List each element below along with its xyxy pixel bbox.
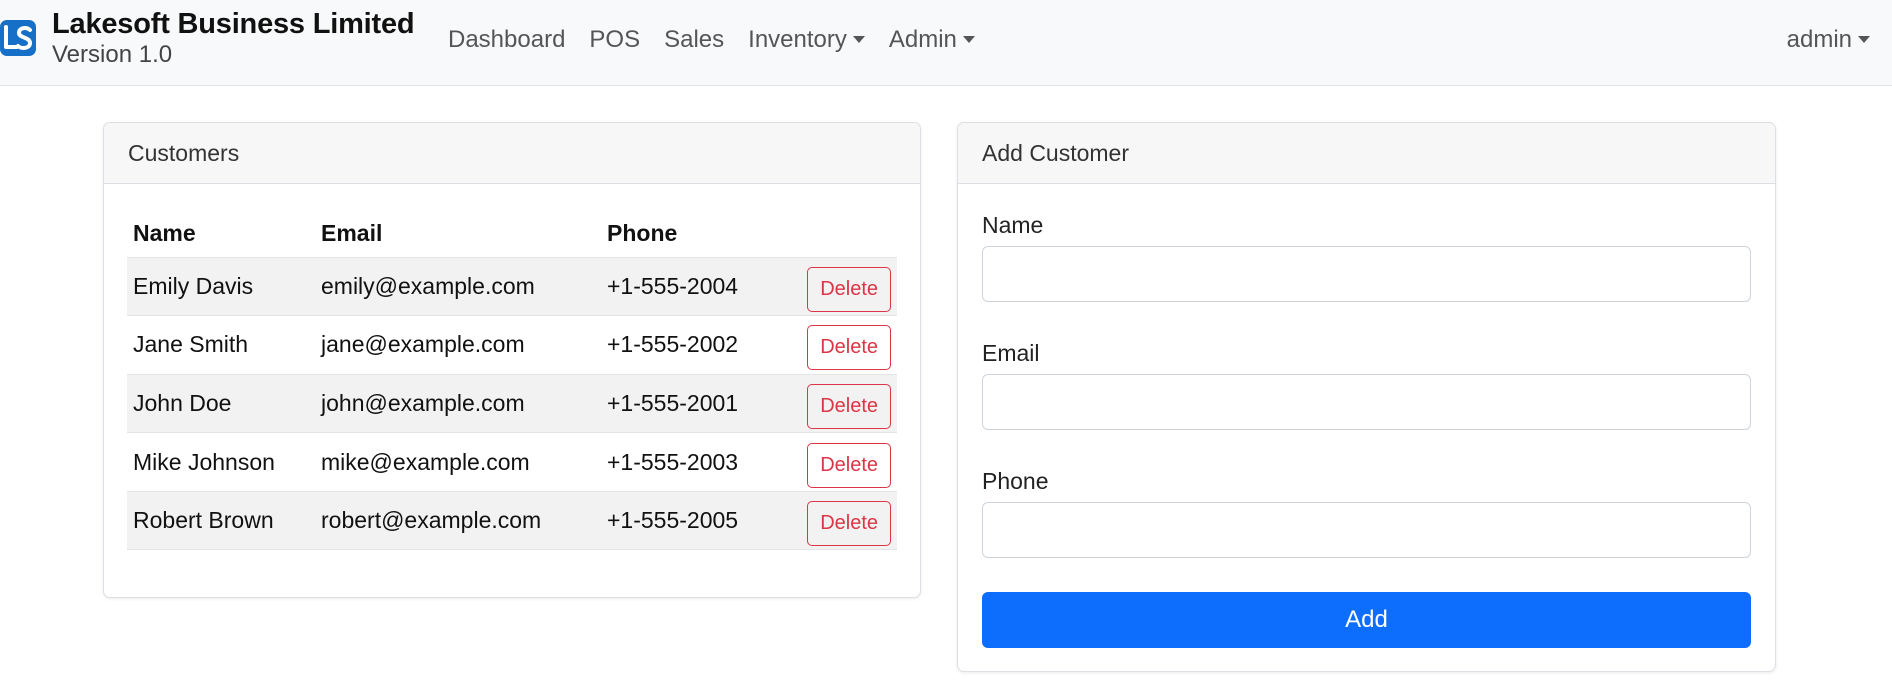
- delete-button[interactable]: Delete: [807, 383, 891, 429]
- brand-version: Version 1.0: [52, 41, 173, 68]
- brand-name[interactable]: Lakesoft Business Limited: [52, 8, 415, 41]
- nav-pos[interactable]: POS: [577, 26, 652, 54]
- customer-email-cell: robert@example.com: [315, 490, 601, 551]
- table-row: Mike Johnson mike@example.com +1-555-200…: [127, 432, 897, 492]
- phone-form-group: Phone: [982, 468, 1751, 558]
- nav-dashboard[interactable]: Dashboard: [448, 26, 577, 54]
- actions-cell: Delete: [797, 432, 897, 492]
- nav-sales[interactable]: Sales: [652, 26, 736, 54]
- customers-card: Customers Name Email Phone Emily Davis e…: [103, 122, 921, 598]
- name-form-group: Name: [982, 212, 1751, 302]
- email-form-group: Email: [982, 340, 1751, 430]
- customer-email-cell: mike@example.com: [315, 432, 601, 492]
- delete-button[interactable]: Delete: [807, 266, 891, 312]
- name-input[interactable]: [982, 246, 1751, 302]
- nav-sales-label: Sales: [664, 26, 725, 53]
- customer-phone-cell: +1-555-2002: [601, 315, 797, 375]
- customer-name-cell: Robert Brown: [127, 490, 315, 551]
- email-field-label: Email: [982, 340, 1040, 366]
- actions-cell: Delete: [797, 315, 897, 375]
- caret-down-icon: [962, 35, 975, 43]
- customer-name-cell: Mike Johnson: [127, 432, 315, 492]
- table-header-row: Name Email Phone: [127, 211, 897, 257]
- table-row: Emily Davis emily@example.com +1-555-200…: [127, 256, 897, 316]
- user-menu-label: admin: [1786, 26, 1852, 53]
- nav-inventory-label: Inventory: [748, 26, 847, 53]
- actions-cell: Delete: [797, 373, 897, 433]
- customer-phone-cell: +1-555-2003: [601, 432, 797, 492]
- caret-down-icon: [852, 35, 865, 43]
- delete-button[interactable]: Delete: [807, 442, 891, 488]
- table-row: Robert Brown robert@example.com +1-555-2…: [127, 490, 897, 551]
- column-header-phone: Phone: [607, 220, 678, 247]
- table-row: John Doe john@example.com +1-555-2001 De…: [127, 373, 897, 433]
- customer-name-cell: Emily Davis: [127, 256, 315, 316]
- column-header-name: Name: [133, 220, 196, 247]
- customer-email-cell: john@example.com: [315, 373, 601, 433]
- top-navbar: Lakesoft Business Limited Version 1.0 Da…: [0, 0, 1892, 86]
- caret-down-icon: [1858, 35, 1870, 43]
- main-nav: Dashboard POS Sales Inventory Admin: [448, 0, 987, 80]
- delete-button[interactable]: Delete: [807, 325, 891, 371]
- customers-table: Name Email Phone Emily Davis emily@examp…: [127, 211, 897, 551]
- column-header-email: Email: [321, 220, 383, 247]
- table-row: Jane Smith jane@example.com +1-555-2002 …: [127, 315, 897, 375]
- nav-dashboard-label: Dashboard: [448, 26, 566, 53]
- customer-email-cell: jane@example.com: [315, 315, 601, 375]
- add-customer-card: Add Customer Name Email Phone Add: [957, 122, 1776, 672]
- actions-cell: Delete: [797, 256, 897, 316]
- name-field-label: Name: [982, 212, 1044, 238]
- phone-field-label: Phone: [982, 468, 1049, 494]
- customer-name-cell: Jane Smith: [127, 315, 315, 375]
- customer-name-cell: John Doe: [127, 373, 315, 433]
- nav-admin-label: Admin: [888, 26, 957, 53]
- add-customer-card-header: Add Customer: [958, 123, 1775, 184]
- customers-title: Customers: [128, 139, 240, 166]
- actions-cell: Delete: [797, 490, 897, 551]
- customer-phone-cell: +1-555-2004: [601, 256, 797, 316]
- ls-logo-icon[interactable]: [0, 20, 36, 56]
- customers-card-header: Customers: [104, 123, 920, 184]
- customer-phone-cell: +1-555-2001: [601, 373, 797, 433]
- delete-button[interactable]: Delete: [807, 501, 891, 547]
- column-header-actions: [797, 211, 897, 257]
- phone-input[interactable]: [982, 502, 1751, 558]
- customer-phone-cell: +1-555-2005: [601, 490, 797, 551]
- add-customer-button[interactable]: Add: [982, 592, 1751, 648]
- customer-email-cell: emily@example.com: [315, 256, 601, 316]
- user-menu-dropdown[interactable]: admin: [1787, 0, 1870, 80]
- nav-pos-label: POS: [589, 26, 641, 53]
- nav-inventory-dropdown[interactable]: Inventory: [736, 26, 877, 54]
- email-input[interactable]: [982, 374, 1751, 430]
- nav-admin-dropdown[interactable]: Admin: [877, 26, 987, 54]
- add-customer-title: Add Customer: [982, 139, 1130, 166]
